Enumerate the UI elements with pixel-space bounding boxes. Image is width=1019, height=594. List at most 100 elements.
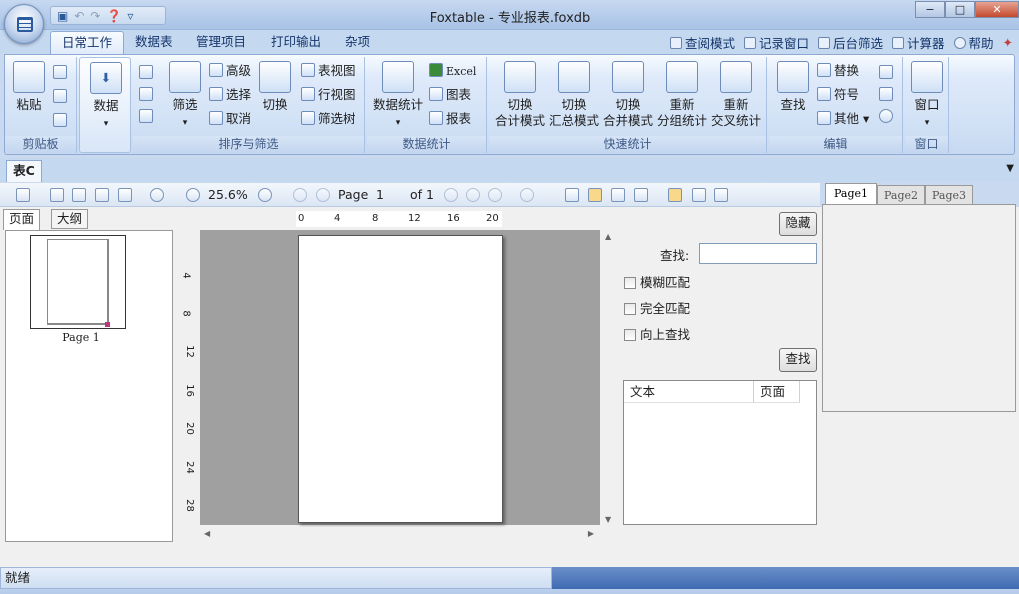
checkbox-box[interactable] bbox=[624, 329, 636, 341]
continuous-page-icon[interactable] bbox=[588, 188, 602, 202]
print-icon[interactable] bbox=[95, 188, 109, 202]
back-icon[interactable] bbox=[488, 188, 502, 202]
cut-button[interactable] bbox=[53, 89, 70, 105]
multi-page-icon[interactable] bbox=[634, 188, 648, 202]
advanced-filter-button[interactable]: 高级 bbox=[209, 63, 251, 79]
zoom-in-icon[interactable] bbox=[150, 188, 164, 202]
export-icon[interactable] bbox=[118, 188, 132, 202]
filter-button[interactable]: 筛选 ▾ bbox=[167, 61, 203, 131]
help-icon[interactable]: ❓ bbox=[106, 9, 121, 23]
data-stats-button[interactable]: 数据统计 ▾ bbox=[371, 61, 425, 131]
save-icon[interactable]: ▣ bbox=[57, 9, 68, 23]
text-select-icon[interactable] bbox=[692, 188, 706, 202]
table-view-button[interactable]: 表视图 bbox=[301, 63, 356, 79]
refresh-button[interactable] bbox=[879, 109, 896, 125]
switch-summary-mode-button[interactable]: 切换 汇总模式 bbox=[547, 61, 601, 129]
prev-page-icon[interactable] bbox=[316, 188, 330, 202]
customize-icon[interactable]: ▿ bbox=[127, 9, 133, 23]
doc-tab-table-c[interactable]: 表C bbox=[6, 160, 42, 182]
report-button[interactable]: 报表 bbox=[429, 111, 471, 127]
tab-print-output[interactable]: 打印输出 bbox=[260, 31, 332, 55]
toggle-filter-button[interactable]: 切换 bbox=[257, 61, 293, 113]
zoom-level[interactable]: 25.6% bbox=[208, 187, 248, 202]
search-results-list[interactable]: 文本 页面 bbox=[623, 380, 817, 525]
checkbox-box[interactable] bbox=[624, 277, 636, 289]
zoom-out-icon[interactable] bbox=[186, 188, 200, 202]
symbol-button[interactable]: 符号 bbox=[817, 87, 859, 103]
checkbox-box[interactable] bbox=[624, 303, 636, 315]
format-painter-button[interactable] bbox=[53, 113, 70, 129]
grid-view-button[interactable] bbox=[879, 65, 896, 81]
application-menu-button[interactable] bbox=[4, 4, 44, 44]
switch-total-mode-button[interactable]: 切换 合计模式 bbox=[493, 61, 547, 129]
find-button[interactable]: 查找 bbox=[775, 61, 811, 113]
next-page-icon[interactable] bbox=[444, 188, 458, 202]
sort-asc-button[interactable] bbox=[139, 65, 156, 81]
tab-page3[interactable]: Page3 bbox=[925, 185, 973, 206]
tab-misc[interactable]: 杂项 bbox=[334, 31, 381, 55]
scroll-down-icon[interactable]: ▼ bbox=[605, 515, 611, 524]
vertical-scrollbar[interactable]: ▲ ▼ bbox=[602, 230, 618, 526]
save-icon[interactable] bbox=[50, 188, 64, 202]
chart-button[interactable]: 图表 bbox=[429, 87, 471, 103]
clear-sort-button[interactable] bbox=[139, 109, 156, 125]
record-window-button[interactable]: 记录窗口 bbox=[743, 33, 809, 52]
excel-button[interactable]: Excel bbox=[429, 63, 476, 80]
regroup-stats-button[interactable]: 重新 分组统计 bbox=[655, 61, 709, 129]
switch-merge-mode-button[interactable]: 切换 合并模式 bbox=[601, 61, 655, 129]
color-grid-button[interactable] bbox=[879, 87, 896, 103]
filter-tree-button[interactable]: 筛选树 bbox=[301, 111, 356, 127]
column-header-text[interactable]: 文本 bbox=[624, 381, 754, 403]
find-binoculars-icon[interactable] bbox=[714, 188, 728, 202]
tab-page2[interactable]: Page2 bbox=[877, 185, 925, 206]
data-button[interactable]: ⬇ 数据 ▾ bbox=[88, 62, 124, 132]
fuzzy-match-checkbox[interactable]: 模糊匹配 bbox=[624, 272, 690, 291]
open-folder-icon[interactable] bbox=[16, 188, 30, 202]
horizontal-scrollbar[interactable]: ◀ ▶ bbox=[200, 527, 600, 543]
forward-icon[interactable] bbox=[520, 188, 534, 202]
hide-button[interactable]: 隐藏 bbox=[779, 212, 817, 236]
replace-button[interactable]: 替换 bbox=[817, 63, 859, 79]
users-icon[interactable]: ✦ bbox=[1003, 35, 1013, 50]
redo-icon[interactable]: ↷ bbox=[90, 9, 100, 23]
undo-icon[interactable]: ↶ bbox=[74, 9, 84, 23]
hand-tool-icon[interactable] bbox=[668, 188, 682, 202]
tab-pages[interactable]: 页面 bbox=[3, 209, 41, 230]
exact-match-checkbox[interactable]: 完全匹配 bbox=[624, 298, 690, 317]
find-input[interactable] bbox=[699, 243, 817, 264]
column-header-page[interactable]: 页面 bbox=[754, 381, 800, 403]
tab-daily-work[interactable]: 日常工作 bbox=[50, 31, 125, 55]
page-setup-icon[interactable] bbox=[72, 188, 86, 202]
page-viewer[interactable] bbox=[200, 230, 600, 525]
page-thumbnail[interactable] bbox=[30, 235, 126, 329]
facing-pages-icon[interactable] bbox=[611, 188, 625, 202]
paste-button[interactable]: 粘贴 bbox=[11, 61, 47, 113]
background-filter-button[interactable]: 后台筛选 bbox=[817, 33, 883, 52]
window-button[interactable]: 窗口 ▾ bbox=[909, 61, 945, 131]
single-page-icon[interactable] bbox=[565, 188, 579, 202]
lookup-mode-button[interactable]: 查阅模式 bbox=[669, 33, 735, 52]
scroll-up-icon[interactable]: ▲ bbox=[605, 232, 611, 241]
tab-data-table[interactable]: 数据表 bbox=[124, 31, 184, 55]
find-submit-button[interactable]: 查找 bbox=[779, 348, 817, 372]
first-page-icon[interactable] bbox=[293, 188, 307, 202]
cancel-filter-button[interactable]: 取消 bbox=[209, 111, 251, 127]
minimize-button[interactable]: − bbox=[915, 1, 945, 18]
tab-list-arrow-icon[interactable]: ▼ bbox=[1006, 163, 1014, 174]
sort-desc-button[interactable] bbox=[139, 87, 156, 103]
tab-outline[interactable]: 大纲 bbox=[51, 209, 89, 229]
row-view-button[interactable]: 行视图 bbox=[301, 87, 356, 103]
copy-button[interactable] bbox=[53, 65, 70, 81]
maximize-button[interactable]: □ bbox=[945, 1, 975, 18]
scroll-right-icon[interactable]: ▶ bbox=[588, 529, 594, 538]
calculator-button[interactable]: 计算器 bbox=[891, 33, 945, 52]
tab-page1[interactable]: Page1 bbox=[825, 183, 877, 206]
close-button[interactable]: ✕ bbox=[975, 1, 1019, 18]
zoom-plus-icon[interactable] bbox=[258, 188, 272, 202]
help-button[interactable]: 帮助 bbox=[953, 33, 994, 52]
last-page-icon[interactable] bbox=[466, 188, 480, 202]
other-button[interactable]: 其他 ▾ bbox=[817, 111, 869, 127]
search-up-checkbox[interactable]: 向上查找 bbox=[624, 324, 690, 343]
select-button[interactable]: 选择 bbox=[209, 87, 251, 103]
cross-stats-button[interactable]: 重新 交叉统计 bbox=[709, 61, 763, 129]
